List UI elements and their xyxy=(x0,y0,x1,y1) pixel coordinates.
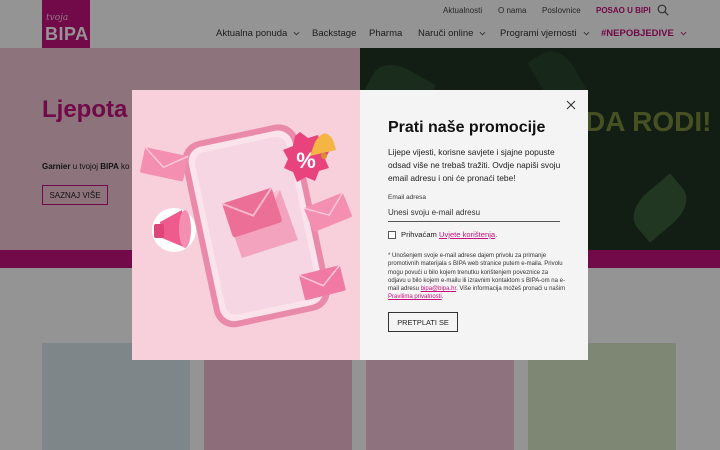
promo-illustration: % xyxy=(132,90,360,360)
consent-label: Prihvaćam Uvjete korištenja. xyxy=(401,230,497,239)
newsletter-modal: % Prati naše promocije Lijepe vijesti, k… xyxy=(132,90,588,360)
legal-text-3: . xyxy=(441,294,444,301)
consent-row: Prihvaćam Uvjete korištenja. xyxy=(388,230,497,239)
subscribe-button[interactable]: PRETPLATI SE xyxy=(388,312,458,332)
legal-notice: * Unošenjem svoje e-mail adrese dajem pr… xyxy=(388,252,566,302)
email-label: Email adresa xyxy=(388,194,426,201)
consent-prefix: Prihvaćam xyxy=(401,230,439,239)
legal-text-2: . Više informacija možeš pronaći u našim xyxy=(456,286,566,293)
email-input[interactable] xyxy=(388,204,560,222)
modal-title: Prati naše promocije xyxy=(388,119,546,136)
newsletter-form: Prati naše promocije Lijepe vijesti, kor… xyxy=(360,90,588,360)
consent-suffix: . xyxy=(495,230,498,239)
modal-description: Lijepe vijesti, korisne savjete i sjajne… xyxy=(388,147,561,183)
close-icon[interactable] xyxy=(566,100,576,110)
privacy-link[interactable]: Pravilima privatnosti xyxy=(388,294,442,300)
terms-link[interactable]: Uvjete korištenja xyxy=(439,230,495,239)
phone-illustration: % xyxy=(140,124,352,328)
consent-checkbox[interactable] xyxy=(388,230,396,239)
contact-email-link[interactable]: bipa@bipa.hr xyxy=(421,286,456,292)
